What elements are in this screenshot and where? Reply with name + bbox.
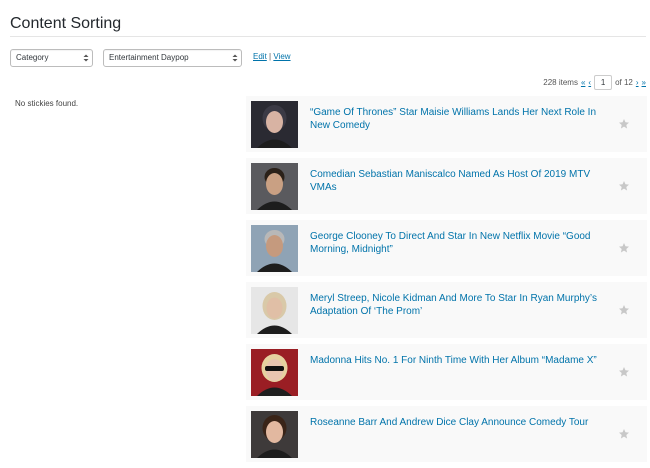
star-icon[interactable]: [618, 180, 630, 192]
article-title-link[interactable]: “Game Of Thrones” Star Maisie Williams L…: [310, 106, 610, 132]
article-thumbnail: [251, 163, 298, 210]
edit-link[interactable]: Edit: [253, 52, 267, 61]
article-row[interactable]: George Clooney To Direct And Star In New…: [246, 220, 647, 276]
feed-actions: Edit | View: [253, 52, 291, 61]
category-select[interactable]: Category: [10, 49, 93, 67]
star-icon[interactable]: [618, 118, 630, 130]
items-count: 228 items: [543, 77, 578, 87]
star-icon[interactable]: [618, 304, 630, 316]
current-page-input[interactable]: 1: [594, 74, 613, 90]
article-thumbnail: [251, 287, 298, 334]
category-select-value: Category: [16, 53, 49, 62]
star-icon[interactable]: [618, 428, 630, 440]
prev-page-link[interactable]: ‹: [588, 78, 591, 87]
article-row[interactable]: Madonna Hits No. 1 For Ninth Time With H…: [246, 344, 647, 400]
article-row[interactable]: Roseanne Barr And Andrew Dice Clay Annou…: [246, 406, 647, 462]
total-pages: of 12: [615, 77, 633, 87]
pagination: 228 items « ‹ 1 of 12 › »: [543, 74, 646, 90]
title-divider: [10, 36, 646, 37]
link-separator: |: [269, 52, 272, 61]
star-icon[interactable]: [618, 366, 630, 378]
star-icon[interactable]: [618, 242, 630, 254]
article-row[interactable]: Meryl Streep, Nicole Kidman And More To …: [246, 282, 647, 338]
article-title-link[interactable]: Madonna Hits No. 1 For Ninth Time With H…: [310, 354, 610, 367]
view-link[interactable]: View: [273, 52, 290, 61]
article-title-link[interactable]: George Clooney To Direct And Star In New…: [310, 230, 610, 256]
article-title-link[interactable]: Comedian Sebastian Maniscalco Named As H…: [310, 168, 610, 194]
last-page-link[interactable]: »: [642, 78, 646, 87]
article-thumbnail: [251, 101, 298, 148]
next-page-link[interactable]: ›: [636, 78, 639, 87]
select-arrows-icon: [232, 54, 238, 62]
article-thumbnail: [251, 225, 298, 272]
stickies-empty-message: No stickies found.: [15, 99, 79, 108]
select-arrows-icon: [83, 54, 89, 62]
page-title: Content Sorting: [10, 15, 122, 32]
article-row[interactable]: “Game Of Thrones” Star Maisie Williams L…: [246, 96, 647, 152]
first-page-link[interactable]: «: [581, 78, 585, 87]
feed-select[interactable]: Entertainment Daypop: [103, 49, 242, 67]
article-title-link[interactable]: Meryl Streep, Nicole Kidman And More To …: [310, 292, 610, 318]
feed-select-value: Entertainment Daypop: [109, 53, 189, 62]
article-list: “Game Of Thrones” Star Maisie Williams L…: [246, 96, 647, 468]
article-thumbnail: [251, 349, 298, 396]
article-thumbnail: [251, 411, 298, 458]
article-row[interactable]: Comedian Sebastian Maniscalco Named As H…: [246, 158, 647, 214]
article-title-link[interactable]: Roseanne Barr And Andrew Dice Clay Annou…: [310, 416, 610, 429]
